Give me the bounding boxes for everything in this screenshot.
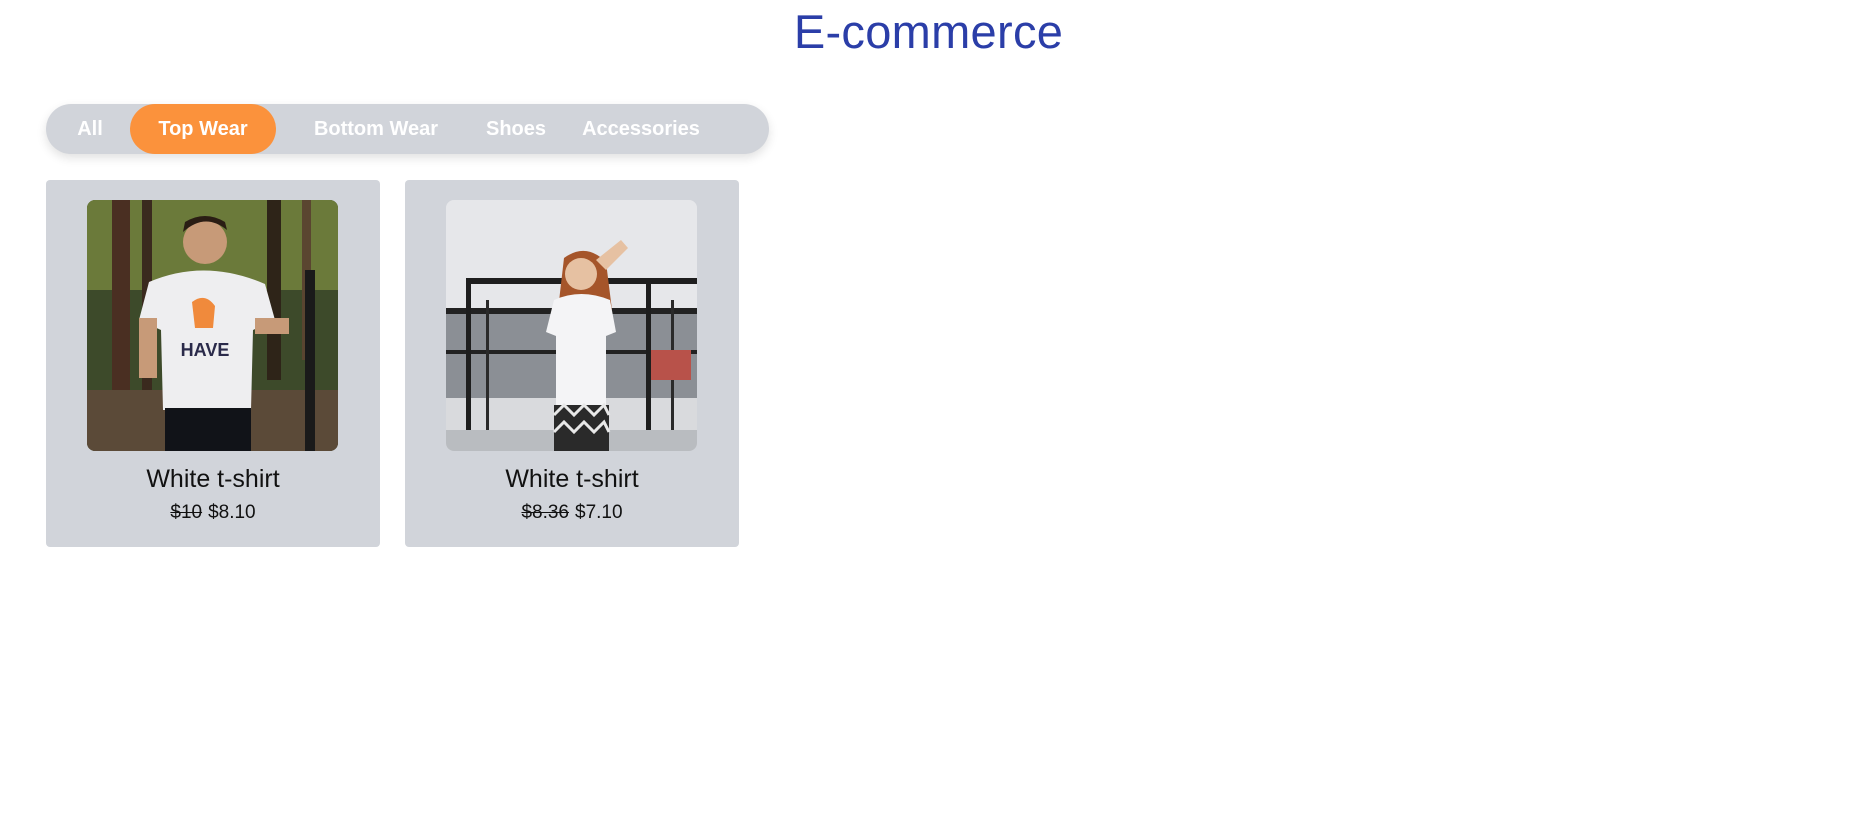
sale-price: $7.10 [575, 502, 623, 523]
product-image[interactable] [446, 200, 697, 451]
sale-price: $8.10 [208, 502, 256, 523]
product-image-man-white-tshirt: HAVE [87, 200, 338, 451]
product-price: $8.36 $7.10 [405, 502, 739, 524]
tab-top-wear[interactable]: Top Wear [130, 104, 276, 154]
original-price: $10 [170, 502, 203, 523]
tab-accessories[interactable]: Accessories [576, 104, 706, 154]
svg-text:HAVE: HAVE [181, 340, 230, 360]
tab-bottom-wear[interactable]: Bottom Wear [296, 104, 456, 154]
product-image-woman-white-tshirt [446, 200, 697, 451]
product-price: $10 $8.10 [46, 502, 380, 524]
product-card[interactable]: HAVE White t-shirt $10 $8.10 [46, 180, 380, 547]
original-price: $8.36 [521, 502, 569, 523]
category-tabs: All Top Wear Bottom Wear Shoes Accessori… [46, 104, 769, 154]
page-title: E-commerce [793, 5, 1064, 58]
product-name: White t-shirt [146, 465, 280, 493]
product-card[interactable]: White t-shirt $8.36 $7.10 [405, 180, 739, 547]
product-name: White t-shirt [505, 465, 639, 493]
page: E-commerce All Top Wear Bottom Wear Shoe… [0, 0, 1857, 830]
tab-all[interactable]: All [64, 104, 116, 154]
tab-shoes[interactable]: Shoes [476, 104, 556, 154]
product-image[interactable]: HAVE [87, 200, 338, 451]
